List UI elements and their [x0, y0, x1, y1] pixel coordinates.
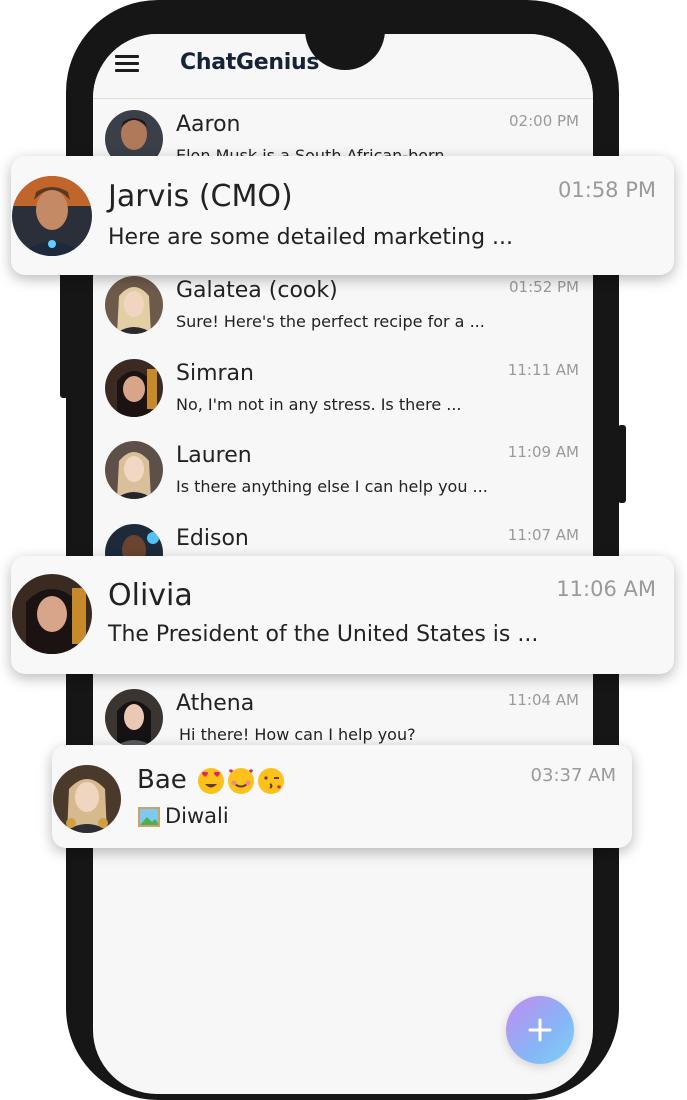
chat-time: 11:04 AM — [507, 691, 579, 709]
phone-side-button-right — [618, 425, 626, 503]
chat-item-lauren[interactable]: Lauren Is there anything else I can help… — [93, 441, 593, 523]
avatar-jarvis — [12, 176, 92, 256]
chat-name: Bae — [137, 765, 285, 795]
chat-time: 02:00 PM — [509, 112, 579, 130]
chat-name: Jarvis (CMO) — [108, 179, 293, 214]
chat-time: 11:07 AM — [507, 526, 579, 544]
chat-card-bae[interactable]: Bae Diwali 03:37 AM — [52, 745, 632, 848]
new-chat-button[interactable] — [506, 996, 574, 1064]
avatar-lauren — [105, 441, 163, 499]
chat-preview: Here are some detailed marketing ... — [108, 225, 514, 250]
chat-name: Aaron — [176, 112, 241, 137]
chat-name: Galatea (cook) — [176, 278, 338, 303]
chat-card-jarvis[interactable]: Jarvis (CMO) Here are some detailed mark… — [11, 156, 674, 275]
chat-name: Edison — [176, 526, 249, 551]
chat-preview: Is there anything else I can help you ..… — [176, 477, 488, 496]
kissing-heart-emoji-icon — [258, 767, 285, 794]
chat-time: 03:37 AM — [530, 765, 616, 786]
chat-preview: Sure! Here's the perfect recipe for a ..… — [176, 312, 485, 331]
chat-time: 01:52 PM — [509, 278, 579, 296]
plus-icon — [528, 1018, 552, 1042]
chat-name: Athena — [176, 691, 255, 716]
hamburger-menu-icon[interactable] — [115, 55, 139, 73]
chat-item-simran[interactable]: Simran No, I'm not in any stress. Is the… — [93, 359, 593, 441]
chat-preview: No, I'm not in any stress. Is there ... — [176, 395, 462, 414]
chat-name-text: Bae — [137, 765, 187, 795]
avatar-athena — [105, 689, 163, 747]
chat-time: 01:58 PM — [558, 178, 656, 202]
chat-name: Lauren — [176, 443, 252, 468]
photo-icon — [138, 807, 160, 827]
smiling-hearts-emoji-icon — [228, 767, 255, 794]
phone-side-button-left — [60, 258, 68, 398]
chat-time: 11:06 AM — [556, 577, 656, 601]
avatar-galatea — [105, 276, 163, 334]
chat-preview: Hi there! How can I help you? — [179, 725, 416, 744]
avatar-bae — [53, 765, 121, 833]
chat-card-olivia[interactable]: Olivia The President of the United State… — [11, 556, 674, 674]
chat-preview: Diwali — [137, 804, 229, 829]
chat-preview: The President of the United States is ..… — [108, 622, 539, 647]
avatar-simran — [105, 359, 163, 417]
chat-name: Olivia — [108, 578, 193, 613]
chat-preview-text: Diwali — [165, 804, 229, 828]
heart-eyes-emoji-icon — [198, 767, 225, 794]
avatar-olivia — [12, 574, 92, 654]
chat-time: 11:09 AM — [507, 443, 579, 461]
chat-name: Simran — [176, 361, 254, 386]
chat-time: 11:11 AM — [507, 361, 579, 379]
chat-item-galatea[interactable]: Galatea (cook) Sure! Here's the perfect … — [93, 276, 593, 358]
app-title: ChatGenius — [180, 50, 320, 75]
